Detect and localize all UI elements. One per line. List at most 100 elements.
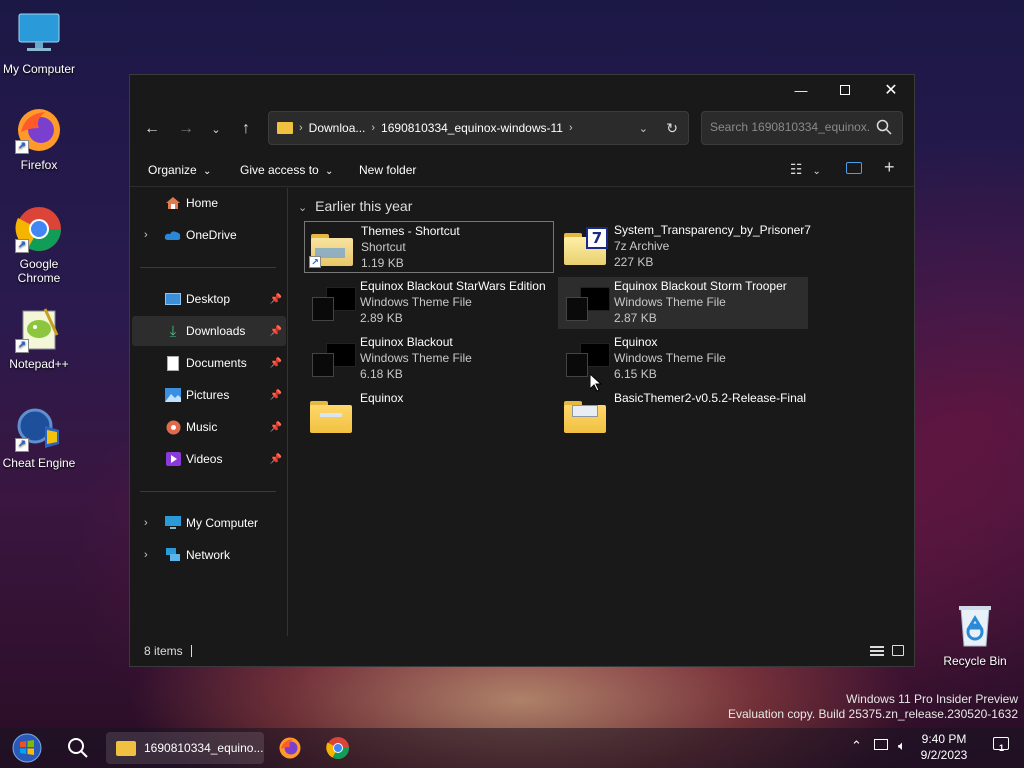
plus-icon: + (884, 157, 895, 177)
pin-icon[interactable]: 📌 (270, 358, 282, 369)
group-header[interactable]: ⌄ Earlier this year (298, 198, 412, 214)
desktop-icon-firefox[interactable]: ↗ Firefox (0, 106, 78, 172)
file-type: Windows Theme File (614, 351, 726, 365)
minimize-button[interactable]: — (778, 75, 824, 105)
theme-file-icon (308, 283, 356, 323)
shortcut-arrow-icon: ↗ (15, 438, 29, 452)
desktop-icon-cheat-engine[interactable]: ↗ Cheat Engine (0, 404, 78, 470)
sidebar-item-home[interactable]: Home (132, 188, 286, 218)
chevron-right-icon[interactable]: › (144, 517, 148, 529)
watermark-line: Windows 11 Pro Insider Preview (846, 692, 1018, 706)
details-view-icon[interactable] (870, 646, 884, 656)
sidebar-item-downloads[interactable]: ⤓ Downloads 📌 (132, 316, 286, 346)
new-folder-button[interactable]: New folder (359, 163, 416, 177)
clock[interactable]: 9:40 PM 9/2/2023 (914, 731, 974, 763)
clock-time: 9:40 PM (921, 732, 967, 746)
sidebar-item-onedrive[interactable]: › OneDrive (132, 220, 286, 250)
file-name: Equinox Blackout (360, 335, 453, 349)
breadcrumb-downloads[interactable]: Downloa... (309, 121, 366, 135)
sidebar-item-documents[interactable]: Documents 📌 (132, 348, 286, 378)
pin-icon[interactable]: 📌 (270, 390, 282, 401)
view-options-button[interactable]: ☷ ⌄ (790, 161, 821, 178)
chevron-right-icon[interactable]: › (144, 549, 148, 561)
music-icon (164, 419, 182, 435)
group-header-label: Earlier this year (315, 198, 413, 214)
file-item-system-transparency[interactable]: 7 System_Transparency_by_Prisoner7 7z Ar… (558, 221, 811, 273)
theme-file-icon (562, 339, 610, 379)
search-button[interactable] (58, 732, 98, 764)
computer-icon (164, 515, 182, 531)
desktop-icon-notepadpp[interactable]: ↗ Notepad++ (0, 305, 78, 371)
search-input[interactable] (710, 120, 870, 134)
sidebar-item-label: Desktop (186, 292, 231, 306)
chrome-icon: ↗ (15, 205, 63, 253)
pin-icon[interactable]: 📌 (270, 326, 282, 337)
cheat-engine-icon: ↗ (15, 404, 63, 452)
evaluation-watermark: Windows 11 Pro Insider Preview Evaluatio… (728, 692, 1018, 722)
folder-item-basicthemer2[interactable]: BasicThemer2-v0.5.2-Release-Final (558, 389, 808, 441)
shortcut-arrow-icon: ↗ (15, 339, 29, 353)
file-item-equinox-blackout-storm-trooper[interactable]: Equinox Blackout Storm Trooper Windows T… (558, 277, 808, 329)
chevron-right-icon[interactable]: › (144, 229, 148, 241)
details-pane-button[interactable] (846, 162, 862, 177)
address-dropdown-icon[interactable]: ⌄ (639, 122, 648, 135)
desktop-icon-chrome[interactable]: ↗ Google Chrome (0, 205, 78, 285)
desktop-icon-recycle-bin[interactable]: Recycle Bin (936, 602, 1014, 668)
search-box[interactable] (701, 111, 903, 145)
more-options-button[interactable]: + (884, 157, 895, 178)
sidebar-item-desktop[interactable]: Desktop 📌 (132, 284, 286, 314)
tiles-view-icon[interactable] (892, 645, 904, 656)
file-type: Windows Theme File (360, 351, 472, 365)
search-icon (68, 738, 88, 758)
file-item-equinox-blackout-starwars[interactable]: Equinox Blackout StarWars Edition Window… (304, 277, 554, 329)
sidebar-item-music[interactable]: Music 📌 (132, 412, 286, 442)
pin-icon[interactable]: 📌 (270, 294, 282, 305)
organize-menu[interactable]: Organize ⌄ (148, 163, 211, 177)
pin-icon[interactable]: 📌 (270, 422, 282, 433)
notification-button[interactable]: 1 (993, 737, 1009, 753)
desktop-icon-label: Firefox (20, 158, 58, 172)
sidebar-item-label: Videos (186, 452, 223, 466)
folder-item-equinox[interactable]: Equinox (304, 389, 554, 441)
file-type: Windows Theme File (360, 295, 472, 309)
maximize-button[interactable] (822, 75, 868, 105)
folder-icon (277, 122, 293, 134)
desktop-icon-label: Recycle Bin (943, 654, 1007, 668)
sidebar-item-pictures[interactable]: Pictures 📌 (132, 380, 286, 410)
sidebar-item-my-computer[interactable]: › My Computer (132, 508, 286, 538)
breadcrumb-current-folder[interactable]: 1690810334_equinox-windows-11 (381, 121, 563, 135)
sidebar-item-videos[interactable]: Videos 📌 (132, 444, 286, 474)
search-icon[interactable] (876, 119, 892, 138)
taskbar-firefox[interactable] (272, 732, 308, 764)
pin-icon[interactable]: 📌 (270, 454, 282, 465)
desktop-icon-label: Google Chrome (17, 257, 61, 285)
file-name: Equinox Blackout Storm Trooper (614, 279, 787, 293)
file-name: Equinox (614, 335, 658, 349)
give-access-menu[interactable]: Give access to ⌄ (240, 163, 333, 177)
title-bar[interactable]: — ✕ (130, 75, 914, 105)
taskbar-explorer-window[interactable]: 1690810334_equino... (106, 732, 264, 764)
address-bar[interactable]: › Downloa... › 1690810334_equinox-window… (268, 111, 689, 145)
taskbar-chrome[interactable] (320, 732, 356, 764)
chevron-down-icon: ⌄ (211, 123, 221, 136)
volume-icon[interactable]: 🔈︎ (898, 738, 906, 754)
recent-locations-button[interactable]: ⌄ (202, 115, 230, 143)
up-button[interactable]: ↑ (232, 115, 260, 143)
sidebar-item-network[interactable]: › Network (132, 540, 286, 570)
refresh-icon[interactable]: ↻ (666, 120, 678, 137)
folder-name: BasicThemer2-v0.5.2-Release-Final (614, 391, 807, 405)
file-name: System_Transparency_by_Prisoner7 (614, 223, 811, 237)
organize-label: Organize (148, 163, 197, 177)
network-tray-icon[interactable] (874, 738, 888, 753)
shortcut-folder-icon: ↗ (309, 228, 355, 268)
navigation-pane: Home › OneDrive Desktop 📌 ⤓ Downloads 📌 (130, 188, 288, 636)
close-button[interactable]: ✕ (868, 75, 914, 105)
chevron-up-icon[interactable]: ⌃ (851, 738, 862, 754)
forward-button[interactable]: → (172, 115, 200, 143)
desktop-icon-my-computer[interactable]: My Computer (0, 10, 78, 76)
start-button[interactable] (6, 732, 48, 764)
back-button[interactable]: ← (138, 115, 166, 143)
firefox-icon (279, 737, 301, 759)
file-item-equinox-blackout[interactable]: Equinox Blackout Windows Theme File 6.18… (304, 333, 554, 385)
file-item-themes-shortcut[interactable]: ↗ Themes - Shortcut Shortcut 1.19 KB (304, 221, 554, 273)
